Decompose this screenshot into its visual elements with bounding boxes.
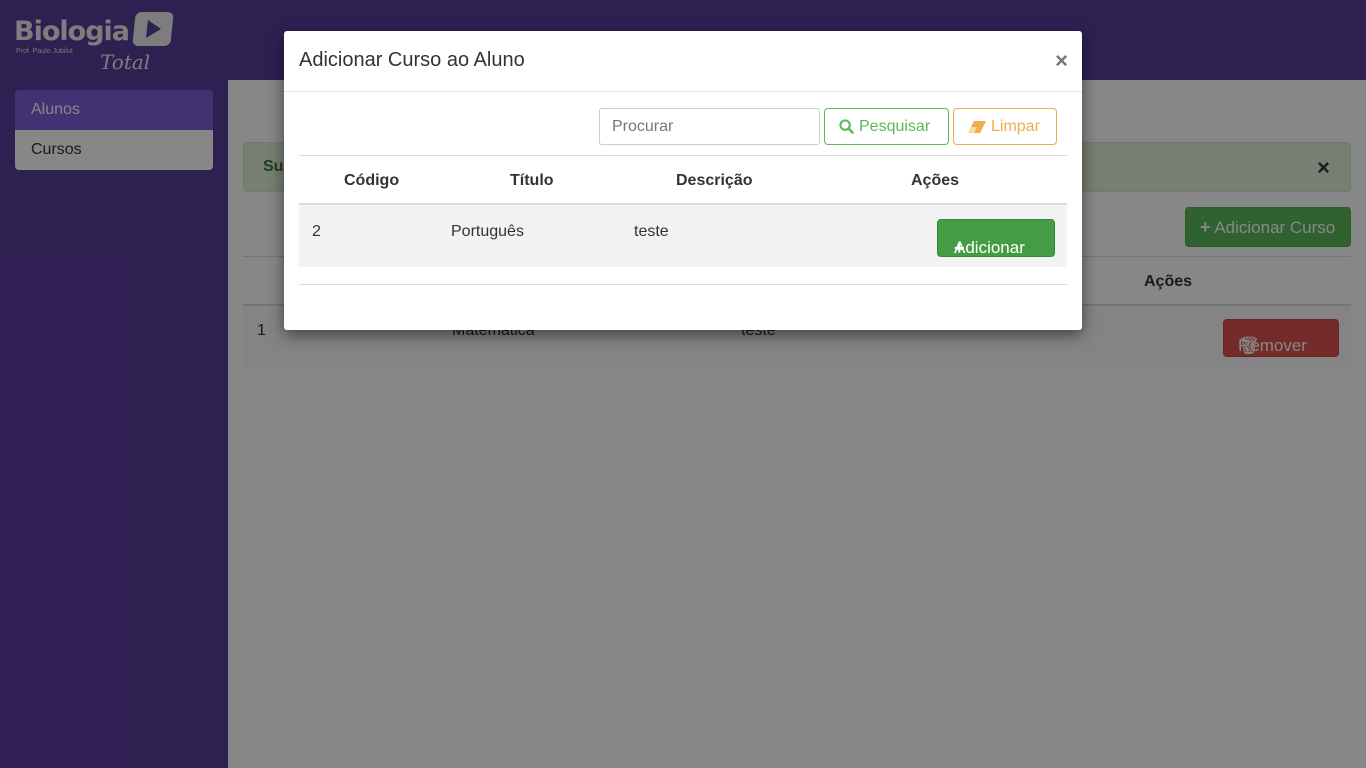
table-header: Código Título Descrição Ações bbox=[299, 155, 1067, 205]
table-footer bbox=[299, 267, 1067, 285]
column-codigo: Código bbox=[344, 172, 400, 189]
add-button[interactable]: + Adicionar bbox=[937, 219, 1055, 258]
eraser-icon bbox=[968, 120, 986, 133]
clear-button[interactable]: Limpar bbox=[953, 108, 1057, 145]
clear-button-label: Limpar bbox=[991, 117, 1040, 135]
add-button-label: Adicionar bbox=[954, 238, 1025, 257]
cell-codigo: 2 bbox=[312, 223, 321, 240]
column-titulo: Título bbox=[510, 172, 554, 189]
search-button-label: Pesquisar bbox=[859, 117, 931, 135]
cell-titulo: Português bbox=[451, 223, 524, 240]
search-button[interactable]: Pesquisar bbox=[824, 108, 949, 145]
modal-title: Adicionar Curso ao Aluno bbox=[299, 49, 525, 71]
column-acoes: Ações bbox=[911, 172, 960, 189]
available-courses-table: Código Título Descrição Ações 2 Portuguê… bbox=[299, 155, 1067, 285]
table-row: 2 Português teste + Adicionar bbox=[299, 205, 1067, 267]
column-descricao: Descrição bbox=[676, 172, 753, 189]
search-icon bbox=[839, 119, 854, 134]
search-input[interactable] bbox=[599, 108, 820, 145]
close-icon[interactable]: × bbox=[1055, 48, 1068, 74]
add-course-modal: Adicionar Curso ao Aluno × Pesquisar Lim… bbox=[284, 31, 1082, 330]
cell-descricao: teste bbox=[634, 223, 669, 240]
modal-header: Adicionar Curso ao Aluno × bbox=[284, 31, 1082, 92]
